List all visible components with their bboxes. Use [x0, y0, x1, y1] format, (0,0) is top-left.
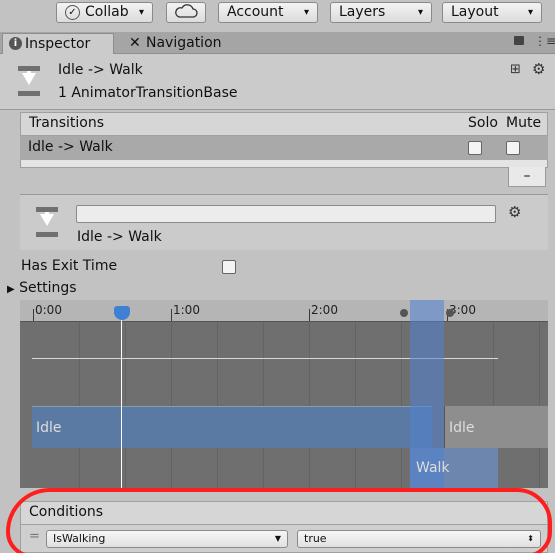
- transitions-header-label: Transitions: [29, 115, 104, 131]
- gear-icon[interactable]: ⚙: [508, 203, 521, 221]
- transitions-list-header: Transitions Solo Mute: [20, 112, 548, 136]
- remove-transition-button[interactable]: –: [508, 167, 546, 187]
- tab-inspector[interactable]: i Inspector: [2, 33, 114, 54]
- transition-row-label: Idle -> Walk: [28, 139, 113, 155]
- detail-label: Idle -> Walk: [77, 229, 162, 245]
- solo-header-label: Solo: [468, 115, 498, 131]
- foldout-arrow-icon: ▶: [7, 284, 15, 295]
- transition-name-field[interactable]: [76, 205, 496, 223]
- timeline-ruler: 0:00 1:00 2:00 3:00: [20, 300, 548, 322]
- mute-header-label: Mute: [506, 115, 542, 131]
- chevron-down-icon: ▾: [138, 7, 144, 18]
- transition-icon: [36, 207, 58, 237]
- condition-parameter-label: IsWalking: [53, 532, 106, 545]
- conditions-header-label: Conditions: [29, 504, 104, 520]
- condition-value-label: true: [304, 532, 327, 545]
- account-button[interactable]: Account ▾: [218, 2, 318, 23]
- layers-button[interactable]: Layers ▾: [330, 2, 432, 23]
- source-state-label: Idle: [36, 420, 62, 436]
- lock-icon[interactable]: [514, 36, 524, 45]
- destination-state-label: Idle: [449, 420, 475, 436]
- tab-navigation-label: Navigation: [146, 35, 222, 51]
- tick-label: 1:00: [173, 303, 200, 317]
- toolbar: ✓ Collab ▾ Account ▾ Layers ▾ Layout ▾: [0, 0, 555, 28]
- preset-icon[interactable]: ⊞: [510, 62, 521, 77]
- menu-icon[interactable]: ⋮≡: [534, 34, 555, 48]
- layout-label: Layout: [451, 4, 499, 20]
- navigation-icon: ✕: [129, 35, 141, 51]
- has-exit-time-checkbox[interactable]: [222, 260, 236, 274]
- account-label: Account: [227, 4, 284, 20]
- condition-row[interactable]: = IsWalking ▼ true ⬍: [20, 525, 548, 553]
- info-icon: i: [9, 37, 22, 50]
- list-item[interactable]: Idle -> Walk: [20, 136, 548, 160]
- settings-label: Settings: [19, 280, 77, 296]
- check-circle-icon: ✓: [65, 5, 80, 20]
- collab-button[interactable]: ✓ Collab ▾: [56, 2, 153, 23]
- collab-label: Collab: [85, 4, 129, 20]
- playhead-line: [121, 314, 122, 488]
- tab-bar: i Inspector ✕ Navigation ⋮≡: [0, 32, 555, 54]
- source-state-track[interactable]: [32, 406, 432, 448]
- layout-button[interactable]: Layout ▾: [442, 2, 542, 23]
- header-subtitle: 1 AnimatorTransitionBase: [58, 85, 238, 101]
- tab-inspector-label: Inspector: [25, 36, 91, 52]
- solo-checkbox[interactable]: [468, 141, 482, 155]
- chevron-down-icon: ▾: [303, 7, 309, 18]
- transition-icon: [18, 66, 40, 96]
- tick-label: 0:00: [35, 303, 62, 317]
- transition-end-marker-icon[interactable]: [446, 309, 454, 317]
- up-down-arrows-icon: ⬍: [527, 534, 534, 543]
- tick-label: 2:00: [311, 303, 338, 317]
- exit-time-marker-icon[interactable]: [400, 309, 408, 317]
- chevron-down-icon: ▾: [527, 7, 533, 18]
- settings-foldout[interactable]: ▶ Settings: [7, 280, 77, 296]
- mute-checkbox[interactable]: [506, 141, 520, 155]
- inspector-header: Idle -> Walk 1 AnimatorTransitionBase ⊞ …: [0, 54, 555, 110]
- layers-label: Layers: [339, 4, 386, 20]
- chevron-down-icon: ▼: [274, 534, 281, 543]
- list-footer: [20, 160, 548, 168]
- drag-handle-icon[interactable]: =: [29, 529, 40, 544]
- transition-detail: ⚙ Idle -> Walk: [20, 194, 548, 250]
- target-state-label: Walk: [416, 460, 450, 476]
- header-title: Idle -> Walk: [58, 62, 143, 78]
- transition-timeline[interactable]: 0:00 1:00 2:00 3:00 Idle Idle Walk: [20, 300, 548, 488]
- tab-navigation[interactable]: ✕ Navigation: [126, 33, 236, 54]
- cloud-icon: [175, 4, 198, 18]
- has-exit-time-label: Has Exit Time: [21, 258, 118, 274]
- gear-icon[interactable]: ⚙: [532, 60, 545, 78]
- condition-value-dropdown[interactable]: true ⬍: [297, 530, 541, 548]
- chevron-down-icon: ▾: [417, 7, 423, 18]
- conditions-header: Conditions: [20, 501, 548, 525]
- cloud-button[interactable]: [166, 2, 206, 23]
- condition-parameter-dropdown[interactable]: IsWalking ▼: [46, 530, 288, 548]
